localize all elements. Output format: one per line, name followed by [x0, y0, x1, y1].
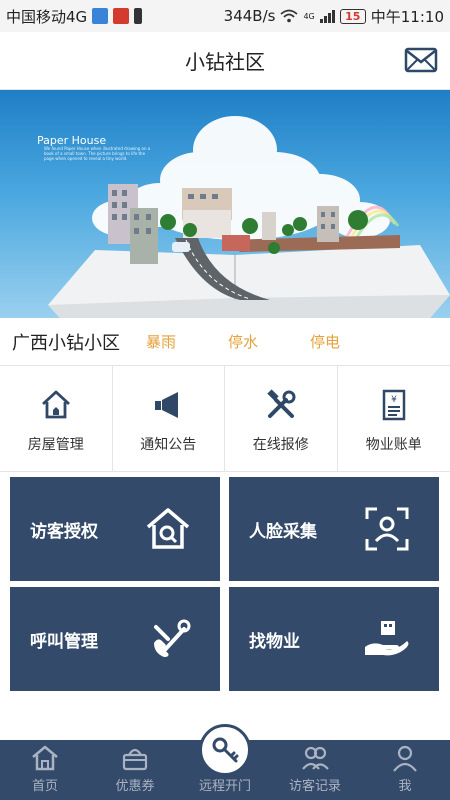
- remote-unlock-button[interactable]: [199, 724, 251, 776]
- find-property-tile[interactable]: 找物业: [229, 587, 439, 691]
- tab-home[interactable]: 首页: [0, 740, 90, 800]
- community-name: 广西小钻小区: [12, 332, 120, 354]
- status-bar: 中国移动4G 344B/s 4G 15 中午11:10: [0, 0, 450, 32]
- tab-label: 我: [398, 779, 412, 794]
- megaphone-icon: [155, 392, 179, 418]
- home-icon: [32, 745, 58, 771]
- tile-label: 人脸采集: [249, 521, 317, 542]
- quick-action-label: 通知公告: [140, 437, 197, 453]
- clock: 中午11:10: [370, 7, 444, 26]
- tile-label: 呼叫管理: [30, 631, 98, 652]
- tab-me[interactable]: 我: [360, 740, 450, 800]
- house-search-icon: [146, 508, 190, 549]
- call-management-tile[interactable]: 呼叫管理: [10, 587, 220, 691]
- quick-action-label: 房屋管理: [27, 437, 84, 453]
- tab-label: 远程开门: [198, 779, 251, 794]
- wifi-icon: [280, 9, 299, 23]
- signal-icon: [319, 9, 335, 23]
- battery-icon: 15: [339, 8, 366, 24]
- paper-house-illustration: [48, 116, 450, 318]
- online-repair-button[interactable]: 在线报修: [225, 366, 338, 472]
- tile-label: 访客授权: [30, 521, 98, 542]
- notice-board-button[interactable]: 通知公告: [113, 366, 225, 472]
- network-type: 4G: [303, 11, 315, 21]
- alert-icon: [134, 8, 143, 24]
- key-icon: [212, 737, 239, 763]
- promo-banner[interactable]: Paper House We found Paper House when il…: [0, 90, 450, 318]
- notice-tag[interactable]: 停电: [310, 331, 340, 352]
- person-icon: [393, 745, 417, 772]
- basket-icon: [122, 748, 148, 771]
- app-header: 小钻社区: [0, 32, 450, 90]
- tab-visitor-records[interactable]: 访客记录: [270, 740, 360, 800]
- app-notification-icon: [113, 8, 130, 24]
- house-icon: [41, 390, 70, 419]
- tab-label: 优惠券: [115, 779, 155, 794]
- mail-icon[interactable]: [404, 45, 438, 75]
- property-bill-button[interactable]: ¥ 物业账单: [338, 366, 450, 472]
- visitors-icon: [302, 746, 329, 770]
- tools-icon: [267, 389, 296, 418]
- hand-building-icon: [365, 621, 409, 656]
- face-scan-icon: [365, 507, 409, 551]
- tab-label: 访客记录: [288, 779, 341, 794]
- visitor-authorization-tile[interactable]: 访客授权: [10, 477, 220, 581]
- tab-coupons[interactable]: 优惠券: [90, 740, 180, 800]
- quick-actions: 房屋管理 通知公告 在线报修 ¥ 物业账单: [0, 366, 450, 472]
- carrier-label: 中国移动4G: [6, 7, 88, 26]
- community-bar: 广西小钻小区 暴雨 停水 停电: [0, 318, 450, 366]
- page-title: 小钻社区: [185, 50, 265, 74]
- face-capture-tile[interactable]: 人脸采集: [229, 477, 439, 581]
- banner-caption: We found Paper House when illustrated dr…: [44, 146, 151, 161]
- quick-action-label: 在线报修: [252, 437, 309, 453]
- house-management-button[interactable]: 房屋管理: [0, 366, 113, 472]
- network-speed: 344B/s: [223, 7, 276, 25]
- tile-label: 找物业: [249, 631, 300, 652]
- app-notification-icon: [92, 8, 109, 24]
- notice-tag[interactable]: 暴雨: [146, 331, 176, 352]
- tab-label: 首页: [31, 779, 58, 794]
- notice-tag[interactable]: 停水: [228, 331, 258, 352]
- bill-icon: ¥: [382, 389, 405, 421]
- phone-wrench-icon: [154, 619, 191, 657]
- quick-action-label: 物业账单: [365, 437, 422, 453]
- svg-text:¥: ¥: [391, 395, 397, 405]
